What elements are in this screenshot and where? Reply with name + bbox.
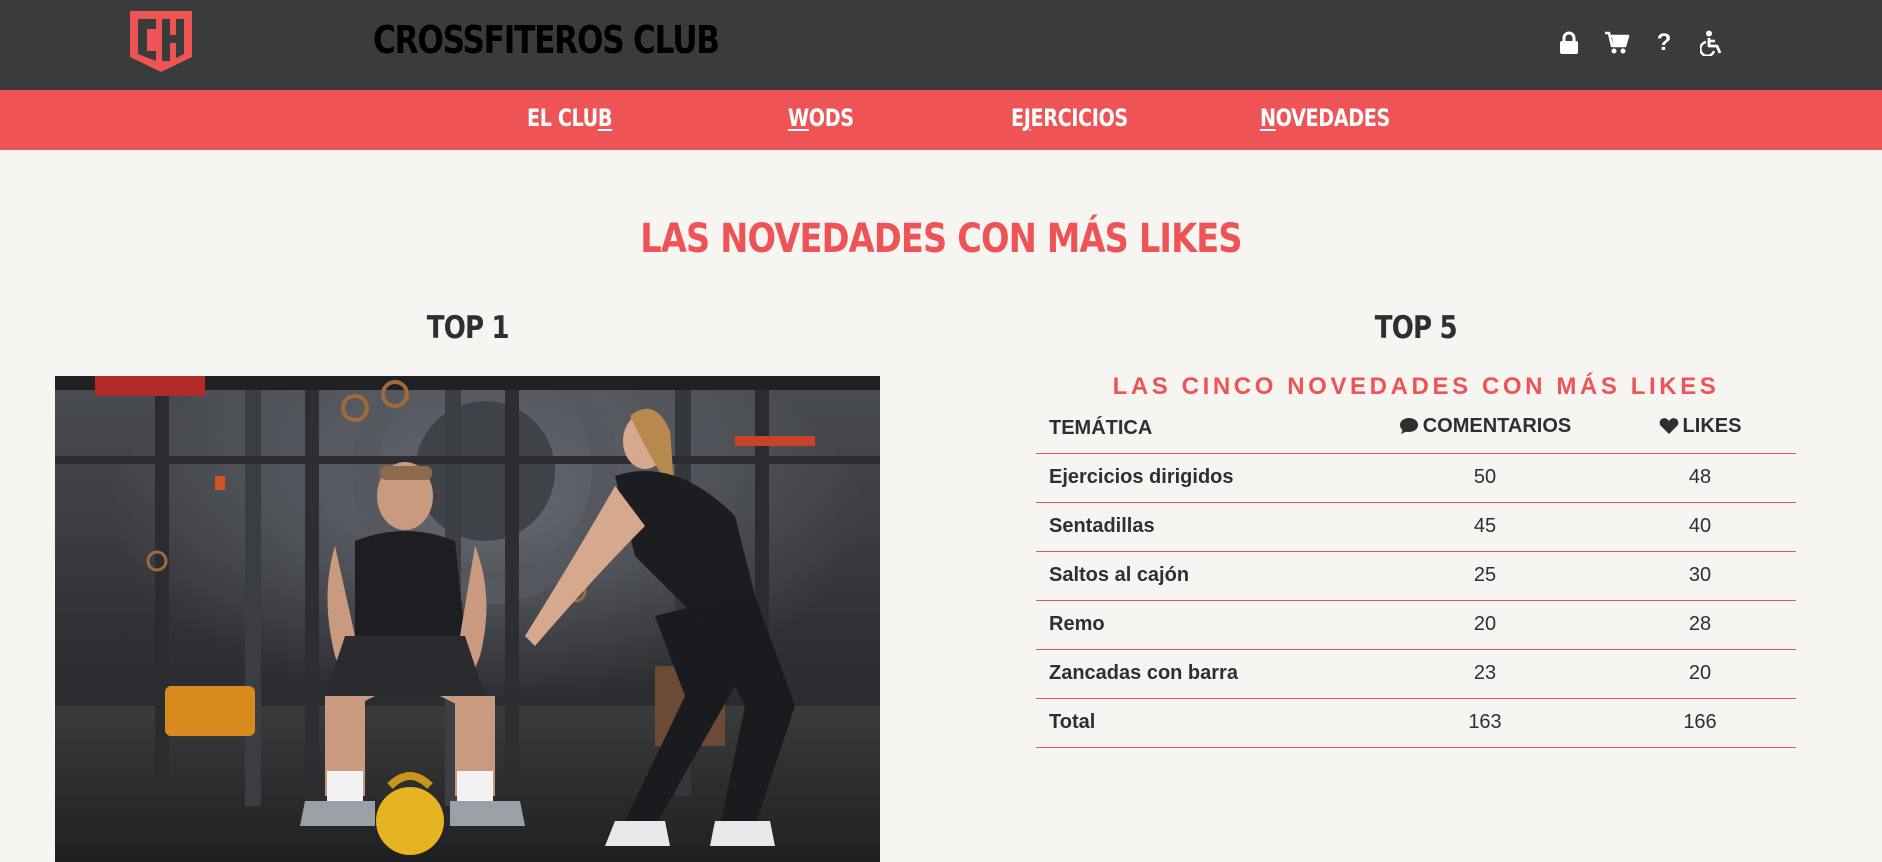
club-logo[interactable] [128, 9, 194, 73]
cell-topic: Ejercicios dirigidos [1036, 453, 1366, 503]
cell-comments: 23 [1366, 649, 1604, 699]
cell-comments: 163 [1366, 698, 1604, 748]
top1-photo [55, 376, 880, 862]
nav-accesskey: W [788, 104, 809, 132]
table-row: Saltos al cajón 25 30 [1036, 551, 1796, 601]
comment-icon [1399, 417, 1419, 441]
page-title: LAS NOVEDADES CON MÁS LIKES [0, 216, 1882, 262]
accessibility-icon[interactable] [1698, 29, 1726, 57]
top5-heading-text: TOP 5 [1375, 310, 1458, 346]
table-row: Zancadas con barra 23 20 [1036, 649, 1796, 699]
table-row: Ejercicios dirigidos 50 48 [1036, 453, 1796, 503]
top-header: CROSSFITEROS CLUB ? [0, 0, 1882, 90]
column-header-comments: COMENTARIOS [1366, 404, 1604, 454]
nav-label: EL CLU [527, 104, 598, 132]
cell-likes: 30 [1604, 551, 1796, 601]
table-caption: LAS CINCO NOVEDADES CON MÁS LIKES [1112, 373, 1720, 400]
column-header-label: LIKES [1682, 415, 1742, 438]
nav-accesskey: N [1260, 104, 1276, 132]
column-header-topic: TEMÁTICA [1036, 404, 1366, 454]
table-total-row: Total 163 166 [1036, 698, 1796, 748]
cell-topic: Remo [1036, 600, 1366, 650]
nav-item-el-club[interactable]: EL CLUB [527, 104, 613, 132]
cell-comments: 25 [1366, 551, 1604, 601]
nav-label: OVEDADES [1275, 104, 1391, 132]
table-header-row: TEMÁTICA COMENTARIOS LIKES [1036, 404, 1796, 454]
top5-table: TEMÁTICA COMENTARIOS LIKES Ejercicios di… [1036, 404, 1796, 748]
nav-label: E [1011, 104, 1024, 132]
page-title-text: LAS NOVEDADES CON MÁS LIKES [640, 216, 1242, 262]
cell-likes: 28 [1604, 600, 1796, 650]
table-row: Sentadillas 45 40 [1036, 502, 1796, 552]
cell-comments: 50 [1366, 453, 1604, 503]
cell-comments: 45 [1366, 502, 1604, 552]
nav-accesskey: B [597, 104, 613, 132]
cell-likes: 20 [1604, 649, 1796, 699]
table-row: Remo 20 28 [1036, 600, 1796, 650]
cell-topic: Zancadas con barra [1036, 649, 1366, 699]
cell-topic: Total [1036, 698, 1366, 748]
cell-likes: 48 [1604, 453, 1796, 503]
cell-topic: Sentadillas [1036, 502, 1366, 552]
nav-label: ODS [808, 104, 854, 132]
site-title[interactable]: CROSSFITEROS CLUB [373, 18, 720, 62]
main-nav: EL CLUB WODS EJERCICIOS NOVEDADES [0, 90, 1882, 150]
cell-topic: Saltos al cajón [1036, 551, 1366, 601]
cart-icon[interactable] [1603, 29, 1631, 57]
column-header-label: TEMÁTICA [1049, 416, 1153, 439]
top1-heading: TOP 1 [55, 310, 880, 346]
cell-likes: 166 [1604, 698, 1796, 748]
heart-icon [1659, 417, 1679, 441]
nav-item-wods[interactable]: WODS [788, 104, 854, 132]
help-icon[interactable]: ? [1650, 29, 1678, 57]
cell-comments: 20 [1366, 600, 1604, 650]
column-header-likes: LIKES [1604, 404, 1796, 454]
header-icons: ? [1555, 29, 1735, 57]
nav-item-novedades[interactable]: NOVEDADES [1260, 104, 1390, 132]
top1-heading-text: TOP 1 [426, 310, 510, 346]
top5-heading: TOP 5 [1036, 310, 1796, 346]
lock-icon[interactable] [1555, 29, 1583, 57]
nav-item-ejercicios[interactable]: EJERCICIOS [1011, 104, 1128, 132]
cell-likes: 40 [1604, 502, 1796, 552]
column-header-label: COMENTARIOS [1422, 415, 1572, 438]
nav-label: ERCICIOS [1030, 104, 1128, 132]
